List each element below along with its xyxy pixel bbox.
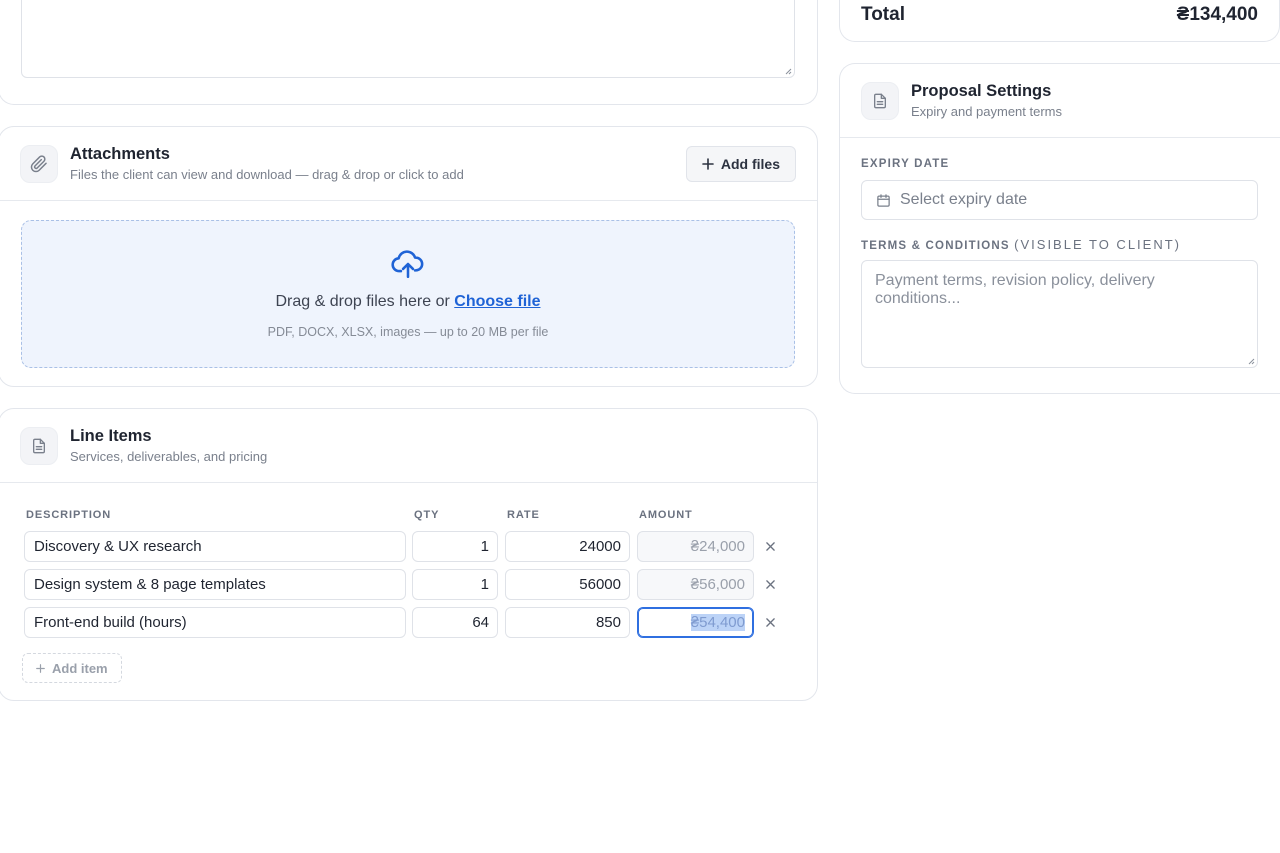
attachments-subtitle: Files the client can view and download —… bbox=[70, 167, 464, 182]
plus-icon bbox=[702, 157, 714, 170]
expiry-date-placeholder: Select expiry date bbox=[900, 191, 1028, 208]
proposal-settings-subtitle: Expiry and payment terms bbox=[911, 104, 1063, 119]
line-items-card: Line Items Services, deliverables, and p… bbox=[0, 408, 818, 701]
notes-card bbox=[0, 0, 818, 105]
document-icon bbox=[20, 426, 58, 465]
plus-icon bbox=[36, 663, 45, 673]
line-item-rate-input[interactable]: 24000 bbox=[505, 531, 630, 562]
add-item-label: Add item bbox=[52, 660, 108, 676]
line-item-description-input[interactable]: Front-end build (hours) bbox=[24, 607, 406, 638]
resize-handle-icon bbox=[785, 68, 792, 75]
terms-textarea[interactable]: Payment terms, revision policy, delivery… bbox=[861, 260, 1258, 368]
proposal-settings-title: Proposal Settings bbox=[911, 82, 1052, 100]
attachments-title: Attachments bbox=[70, 145, 170, 163]
total-label: Total bbox=[861, 4, 905, 25]
notes-textarea[interactable] bbox=[21, 0, 795, 78]
line-item-rate-input[interactable]: 56000 bbox=[505, 569, 630, 600]
terms-label: TERMS & CONDITIONS (VISIBLE TO CLIENT) bbox=[861, 237, 1181, 252]
line-item-qty-input[interactable]: 1 bbox=[412, 569, 498, 600]
line-item-qty-input[interactable]: 64 bbox=[412, 607, 498, 638]
attachments-header: Attachments Files the client can view an… bbox=[0, 127, 817, 201]
choose-file-link[interactable]: Choose file bbox=[454, 293, 540, 310]
paperclip-icon bbox=[20, 144, 58, 183]
terms-label-text: TERMS & CONDITIONS bbox=[861, 240, 1010, 252]
line-items-title: Line Items bbox=[70, 427, 152, 445]
total-value: ₴134,400 bbox=[1176, 4, 1258, 25]
add-files-label: Add files bbox=[720, 155, 780, 172]
attachments-card: Attachments Files the client can view an… bbox=[0, 126, 818, 387]
add-item-button[interactable]: Add item bbox=[22, 653, 122, 683]
dropzone-text: Drag & drop files here or bbox=[275, 293, 450, 310]
line-item-description-input[interactable]: Design system & 8 page templates bbox=[24, 569, 406, 600]
line-item-rate-input[interactable]: 850 bbox=[505, 607, 630, 638]
close-icon[interactable] bbox=[763, 539, 777, 553]
line-item-amount: ₴56,000 bbox=[637, 569, 754, 600]
resize-handle-icon bbox=[1248, 358, 1255, 365]
line-items-header: Line Items Services, deliverables, and p… bbox=[0, 409, 817, 483]
column-header-amount: AMOUNT bbox=[639, 509, 693, 521]
line-items-subtitle: Services, deliverables, and pricing bbox=[70, 449, 268, 464]
expiry-date-input[interactable]: Select expiry date bbox=[861, 180, 1258, 220]
calendar-icon bbox=[877, 193, 890, 207]
line-item-amount-selected-text: ₴54,400 bbox=[690, 614, 745, 631]
column-header-rate: RATE bbox=[507, 509, 540, 521]
column-header-qty: QTY bbox=[414, 509, 440, 521]
total-card: Total ₴134,400 bbox=[839, 0, 1280, 42]
line-item-amount[interactable]: ₴54,400 bbox=[637, 607, 754, 638]
line-item-amount: ₴24,000 bbox=[637, 531, 754, 562]
close-icon[interactable] bbox=[763, 577, 777, 591]
cloud-upload-icon bbox=[391, 250, 424, 279]
file-dropzone[interactable]: Drag & drop files here or Choose file PD… bbox=[21, 220, 795, 368]
terms-label-note: (VISIBLE TO CLIENT) bbox=[1014, 237, 1181, 252]
close-icon[interactable] bbox=[763, 615, 777, 629]
add-files-button[interactable]: Add files bbox=[685, 145, 796, 182]
terms-placeholder: Payment terms, revision policy, delivery… bbox=[875, 272, 1155, 307]
dropzone-text-line: Drag & drop files here or Choose file bbox=[22, 293, 794, 311]
proposal-settings-card: Proposal Settings Expiry and payment ter… bbox=[839, 63, 1280, 394]
document-icon bbox=[861, 81, 899, 120]
line-item-description-input[interactable]: Discovery & UX research bbox=[24, 531, 406, 562]
line-item-qty-input[interactable]: 1 bbox=[412, 531, 498, 562]
expiry-date-label: EXPIRY DATE bbox=[861, 158, 950, 170]
column-header-description: DESCRIPTION bbox=[26, 509, 112, 521]
dropzone-hint: PDF, DOCX, XLSX, images — up to 20 MB pe… bbox=[267, 325, 549, 339]
proposal-settings-header: Proposal Settings Expiry and payment ter… bbox=[840, 64, 1280, 138]
